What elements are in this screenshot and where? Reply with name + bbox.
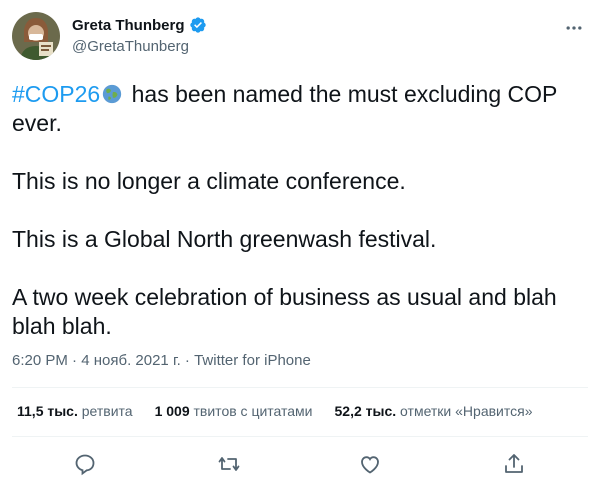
author-name-row: Greta Thunberg — [72, 16, 207, 34]
verified-badge-icon — [189, 17, 206, 33]
retweet-icon[interactable] — [217, 452, 241, 476]
globe-emoji-icon — [103, 84, 122, 104]
author-handle[interactable]: @GretaThunberg — [72, 38, 189, 55]
meta-separator: · — [67, 352, 82, 369]
share-icon[interactable] — [502, 452, 526, 476]
likes-count: 52,2 тыс. — [334, 403, 397, 419]
quotes-label: твитов с цитатами — [193, 403, 313, 419]
author-name[interactable]: Greta Thunberg — [72, 17, 185, 34]
tweet-paragraph-2: This is no longer a climate conference. — [12, 168, 406, 194]
likes-stat[interactable]: 52,2 тыс. отметки «Нравится» — [335, 403, 533, 419]
tweet-date[interactable]: 4 нояб. 2021 г. — [81, 352, 181, 369]
tweet-time[interactable]: 6:20 PM — [12, 352, 68, 369]
retweets-count: 11,5 тыс. — [17, 403, 78, 419]
quotes-stat[interactable]: 1 009 твитов с цитатами — [155, 403, 313, 419]
hashtag-link[interactable]: #COP26 — [12, 81, 100, 107]
like-icon[interactable] — [358, 452, 382, 476]
meta-separator-2: · — [180, 352, 195, 369]
tweet-paragraph-3: This is a Global North greenwash festiva… — [12, 226, 437, 252]
tweet-meta: 6:20 PM · 4 нояб. 2021 г. · Twitter for … — [12, 352, 311, 369]
likes-label: отметки «Нравится» — [400, 403, 533, 419]
tweet-text: #COP26 has been named the must excluding… — [12, 80, 582, 341]
tweet-paragraph-1: #COP26 has been named the must excluding… — [12, 80, 582, 138]
tweet-stats: 11,5 тыс. ретвита 1 009 твитов с цитатам… — [17, 403, 554, 419]
quotes-count: 1 009 — [154, 403, 190, 419]
retweets-stat[interactable]: 11,5 тыс. ретвита — [17, 403, 133, 419]
tweet-paragraph-4: A two week celebration of business as us… — [12, 284, 557, 339]
tweet-header: Greta Thunberg @GretaThunberg — [12, 12, 588, 64]
tweet-actions — [0, 450, 600, 480]
tweet-source[interactable]: Twitter for iPhone — [194, 352, 311, 369]
retweets-label: ретвита — [81, 403, 133, 419]
divider — [12, 387, 588, 388]
reply-icon[interactable] — [73, 452, 97, 476]
more-icon[interactable] — [564, 18, 584, 38]
divider — [12, 436, 588, 437]
avatar[interactable] — [12, 12, 60, 60]
